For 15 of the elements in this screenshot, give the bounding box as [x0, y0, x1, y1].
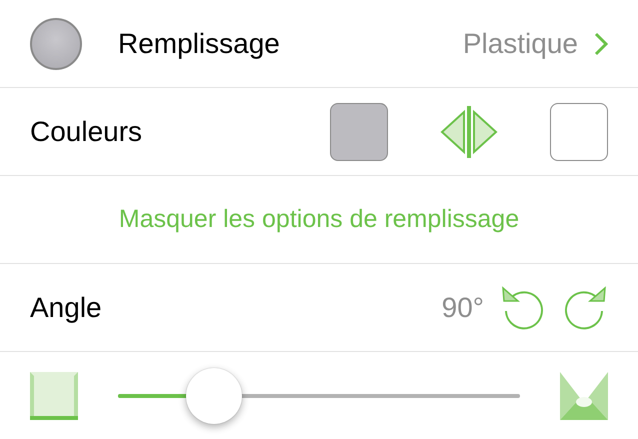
swap-colors-icon[interactable] [440, 106, 498, 158]
rotate-left-icon[interactable] [500, 284, 546, 330]
color-well[interactable] [550, 102, 608, 160]
chevron-right-icon[interactable] [594, 32, 608, 56]
color-well[interactable] [330, 102, 388, 160]
hide-fill-options-link[interactable]: Masquer les options de remplissage [118, 205, 520, 234]
rotate-right-icon[interactable] [562, 284, 608, 330]
angle-label: Angle [30, 292, 102, 324]
fill-label: Remplissage [118, 28, 280, 60]
slider-thumb[interactable] [186, 368, 242, 424]
fill-value[interactable]: Plastique [462, 28, 578, 60]
angle-value: 90° [442, 292, 484, 324]
flat-square-icon [30, 372, 78, 420]
colors-label: Couleurs [30, 116, 142, 148]
fill-style-swatch [30, 18, 82, 70]
